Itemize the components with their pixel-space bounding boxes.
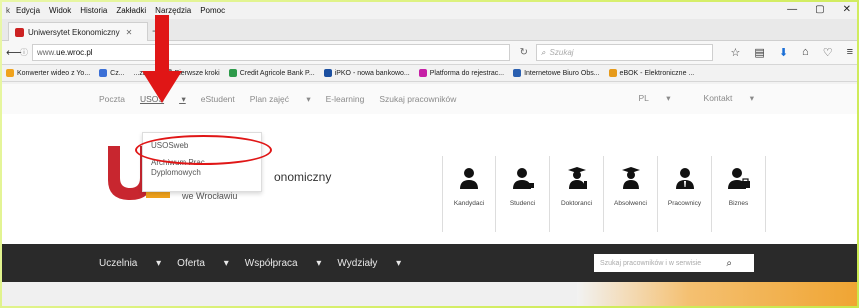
menu-item[interactable]: k <box>6 6 16 15</box>
top-navigation-right: PL ▾ Kontakt ▾ <box>638 93 769 104</box>
menu-edit[interactable]: Edycja <box>16 6 40 15</box>
address-bar[interactable]: www. ue.wroc.pl <box>32 44 510 61</box>
category-studenci[interactable]: Studenci <box>496 156 550 232</box>
hero-banner <box>2 282 857 306</box>
window-controls: — ▢ ✕ <box>787 4 851 15</box>
university-name: onomiczny <box>274 170 332 184</box>
tab-active[interactable]: Uniwersytet Ekonomiczny ✕ <box>8 22 148 41</box>
category-biznes[interactable]: Biznes <box>712 156 766 232</box>
home-icon[interactable]: ⌂ <box>802 46 809 59</box>
nav-wspolpraca[interactable]: Współpraca ▾ <box>245 258 322 269</box>
nav-szukaj-pracownikow[interactable]: Szukaj pracowników <box>379 94 456 104</box>
menu-tools[interactable]: Narzędzia <box>155 6 191 15</box>
nav-plan-zajec[interactable]: Plan zajęć ▾ <box>250 94 311 105</box>
search-icon: ⌕ <box>541 47 546 57</box>
language-selector[interactable]: PL ▾ <box>638 93 670 104</box>
bookmark-item[interactable]: iPKO - nowa bankowo... <box>323 69 410 77</box>
nav-uczelnia[interactable]: Uczelnia ▾ <box>99 258 161 269</box>
business-icon <box>727 168 750 189</box>
pocket-icon[interactable]: ♡ <box>823 46 833 59</box>
bookmark-item[interactable]: Konwerter wideo z Yo... <box>6 69 90 77</box>
nav-estudent[interactable]: eStudent <box>201 94 235 104</box>
url-domain: ue.wroc.pl <box>56 48 93 57</box>
menu-bar: k Edycja Widok Historia Zakładki Narzędz… <box>2 2 857 19</box>
alumni-icon <box>621 167 640 189</box>
bookmark-icon <box>323 69 332 77</box>
student-icon <box>512 168 534 189</box>
webpage: Poczta USOS ▾ eStudent Plan zajęć ▾ E-le… <box>2 84 857 306</box>
maximize-icon[interactable]: ▢ <box>815 4 824 15</box>
close-window-icon[interactable]: ✕ <box>843 4 851 15</box>
audience-categories: Kandydaci Studenci Doktoranci Absolwenci… <box>442 156 766 232</box>
menu-bookmarks[interactable]: Zakładki <box>116 6 146 15</box>
minimize-icon[interactable]: — <box>787 4 797 15</box>
star-icon[interactable]: ☆ <box>731 46 741 59</box>
bookmark-icon <box>228 69 237 77</box>
category-absolwenci[interactable]: Absolwenci <box>604 156 658 232</box>
bookmark-item[interactable]: Cz... <box>99 69 125 77</box>
search-icon[interactable]: ⌕ <box>726 258 732 269</box>
menu-help[interactable]: Pomoc <box>200 6 225 15</box>
bookmarks-bar: Konwerter wideo z Yo... Cz... ...zane Pi… <box>2 65 857 82</box>
download-icon[interactable]: ⬇ <box>779 46 788 59</box>
favicon-icon <box>15 27 24 37</box>
browser-search-placeholder: Szukaj <box>549 48 574 57</box>
category-pracownicy[interactable]: Pracownicy <box>658 156 712 232</box>
annotation-arrow-icon <box>142 15 182 103</box>
library-icon[interactable]: ▤ <box>754 46 764 59</box>
graduate-icon <box>567 167 587 189</box>
reload-icon[interactable]: ↻ <box>520 47 528 58</box>
url-prefix: www. <box>37 48 57 57</box>
close-tab-icon[interactable]: ✕ <box>126 28 133 37</box>
browser-window: k Edycja Widok Historia Zakładki Narzędz… <box>2 2 857 306</box>
nav-poczta[interactable]: Poczta <box>99 94 125 104</box>
bookmark-icon <box>6 69 14 77</box>
bookmark-icon <box>418 69 427 77</box>
hero-image <box>577 282 857 306</box>
bookmark-icon <box>513 69 522 77</box>
category-doktoranci[interactable]: Doktoranci <box>550 156 604 232</box>
person-icon <box>460 168 478 189</box>
tab-bar: Uniwersytet Ekonomiczny ✕ + <box>2 19 857 41</box>
nav-kontakt[interactable]: Kontakt ▾ <box>704 93 754 104</box>
menu-history[interactable]: Historia <box>80 6 107 15</box>
site-search-placeholder: Szukaj pracowników i w serwisie <box>600 259 702 267</box>
employee-icon <box>675 168 694 189</box>
bookmark-icon <box>99 69 108 77</box>
nav-elearning[interactable]: E-learning <box>326 94 365 104</box>
tab-title: Uniwersytet Ekonomiczny <box>28 27 120 37</box>
nav-wydzialy[interactable]: Wydziały ▾ <box>337 258 401 269</box>
browser-search-input[interactable]: ⌕ Szukaj <box>536 44 713 61</box>
navigation-bar: ⟵ ⓘ www. ue.wroc.pl ↻ ⌕ Szukaj ☆ ▤ ⬇ ⌂ ♡ … <box>2 41 857 65</box>
bookmark-icon <box>608 69 617 77</box>
highlight-ellipse <box>135 135 272 165</box>
university-subtitle: we Wrocławiu <box>182 191 238 201</box>
nav-oferta[interactable]: Oferta ▾ <box>177 258 229 269</box>
bookmark-item[interactable]: eBOK - Elektroniczne ... <box>608 69 694 77</box>
bookmark-item[interactable]: Credit Agricole Bank P... <box>228 69 315 77</box>
bookmark-item[interactable]: Platforma do rejestrac... <box>418 69 504 77</box>
top-navigation: Poczta USOS ▾ eStudent Plan zajęć ▾ E-le… <box>2 84 857 114</box>
bookmark-item[interactable]: Internetowe Biuro Obs... <box>513 69 600 77</box>
info-icon[interactable]: ⓘ <box>20 47 28 58</box>
site-search-input[interactable]: Szukaj pracowników i w serwisie ⌕ <box>594 254 754 272</box>
menu-hamburger-icon[interactable]: ≡ <box>847 46 853 59</box>
back-icon[interactable]: ⟵ <box>6 46 22 59</box>
main-navigation: Uczelnia ▾ Oferta ▾ Współpraca ▾ Wydział… <box>2 244 857 282</box>
toolbar-icons: ☆ ▤ ⬇ ⌂ ♡ ≡ <box>731 46 853 59</box>
menu-view[interactable]: Widok <box>49 6 71 15</box>
category-kandydaci[interactable]: Kandydaci <box>442 156 496 232</box>
